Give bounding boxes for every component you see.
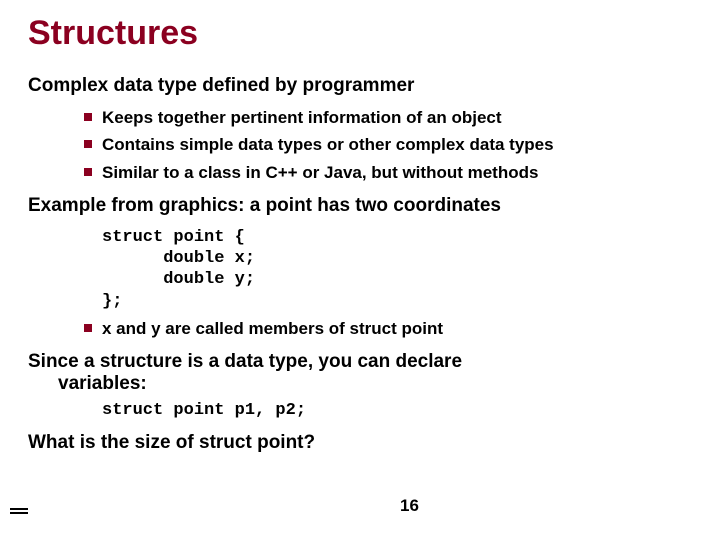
section-heading: Complex data type defined by programmer bbox=[28, 75, 692, 97]
slide-title: Structures bbox=[28, 14, 692, 53]
section-heading-line2: variables: bbox=[28, 373, 692, 395]
bullet-item: x and y are called members of struct poi… bbox=[28, 318, 692, 339]
bullet-item: Similar to a class in C++ or Java, but w… bbox=[28, 162, 692, 183]
decor-line bbox=[10, 508, 28, 510]
bullet-item: Contains simple data types or other comp… bbox=[28, 134, 692, 155]
bullet-item: Keeps together pertinent information of … bbox=[28, 107, 692, 128]
section-heading: Example from graphics: a point has two c… bbox=[28, 195, 692, 217]
section-example: Example from graphics: a point has two c… bbox=[28, 195, 692, 339]
question-text: What is the size of struct point? bbox=[28, 432, 692, 454]
section-complex-type: Complex data type defined by programmer … bbox=[28, 75, 692, 183]
decor-line bbox=[10, 512, 28, 514]
code-block: struct point { double x; double y; }; bbox=[102, 227, 692, 312]
section-heading-line1: Since a structure is a data type, you ca… bbox=[28, 351, 692, 373]
page-number: 16 bbox=[400, 496, 419, 516]
section-declare: Since a structure is a data type, you ca… bbox=[28, 351, 692, 420]
slide: Structures Complex data type defined by … bbox=[0, 0, 720, 540]
code-block: struct point p1, p2; bbox=[102, 401, 692, 420]
